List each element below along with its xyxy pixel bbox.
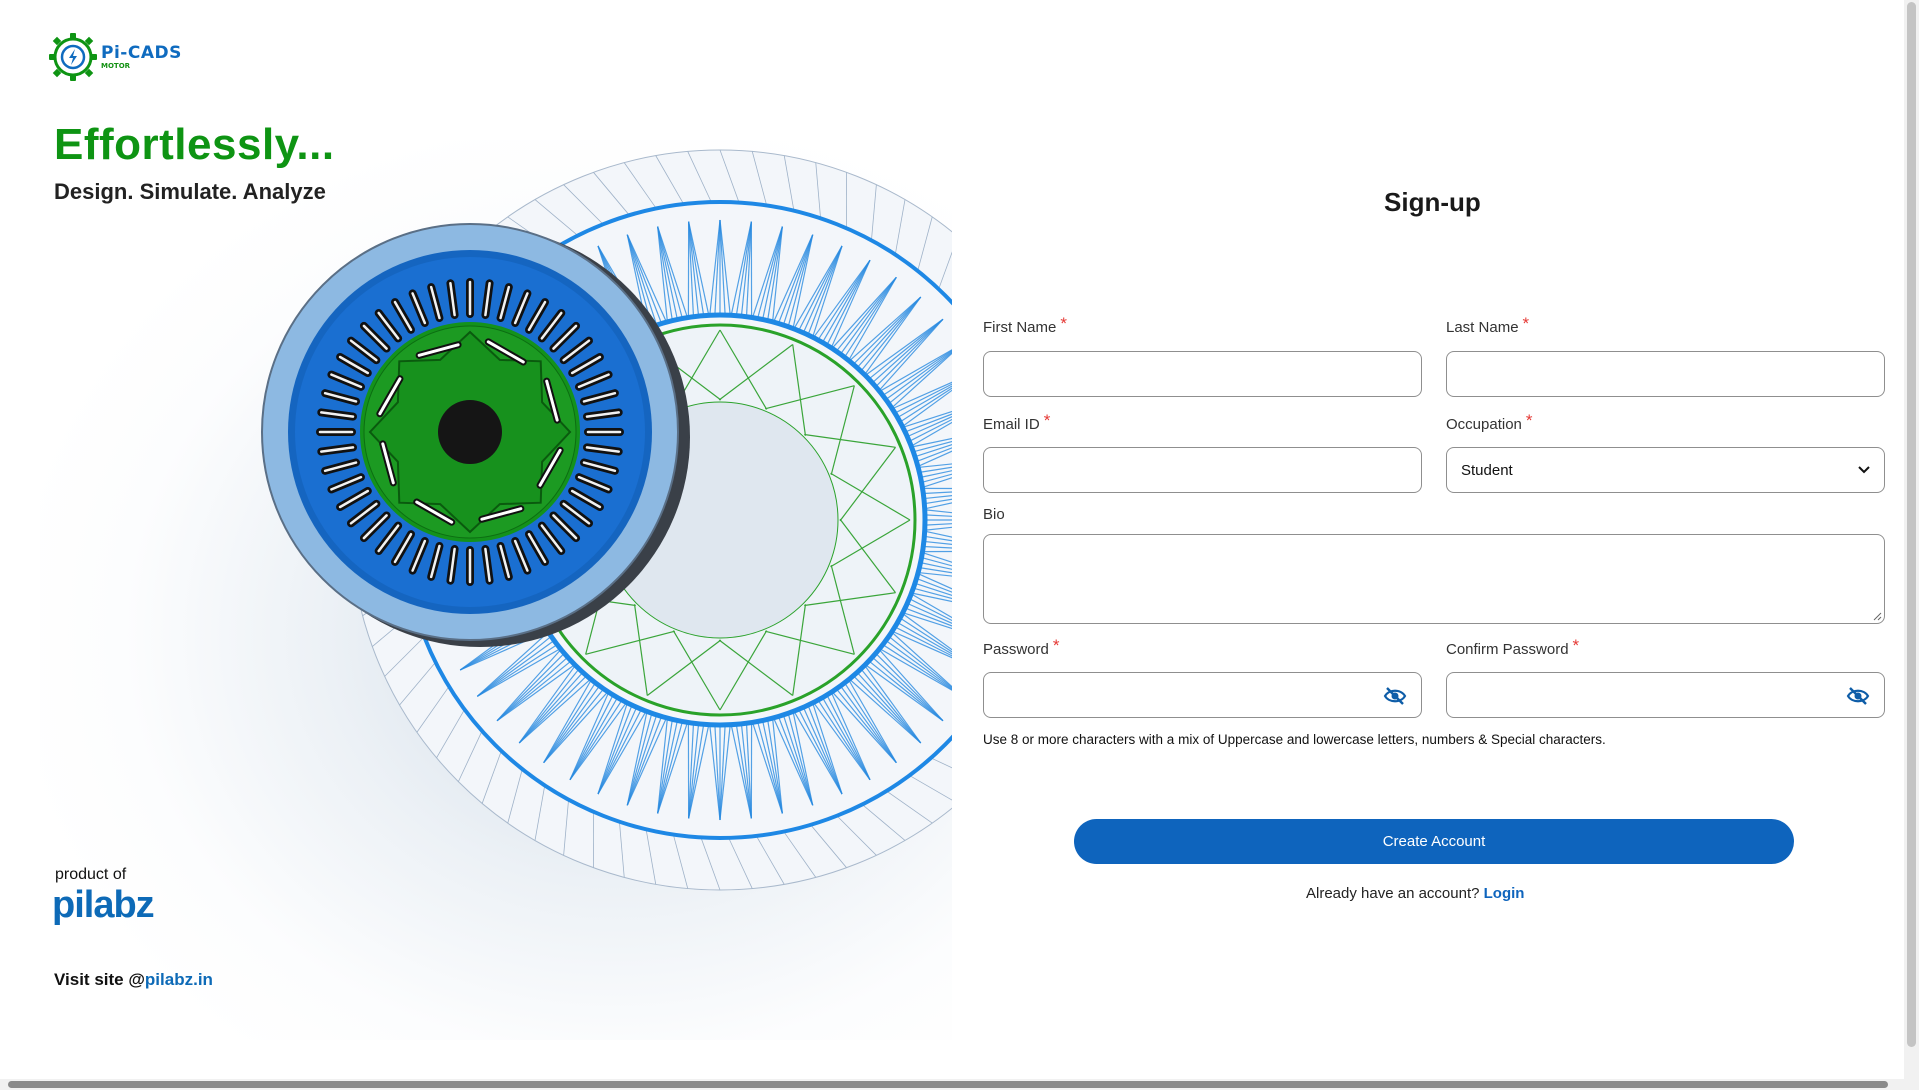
confirm-password-label: Confirm Password * <box>1446 636 1579 661</box>
last-name-input[interactable] <box>1446 351 1885 397</box>
occupation-value: Student <box>1461 461 1513 479</box>
logo-subtitle: MOTOR <box>101 61 131 70</box>
horizontal-scrollbar[interactable] <box>0 1079 1919 1090</box>
confirm-password-label-text: Confirm Password <box>1446 641 1569 658</box>
chevron-down-icon <box>1858 466 1870 474</box>
visit-site-link[interactable]: pilabz.in <box>145 970 213 989</box>
login-prompt: Already have an account? Login <box>1306 885 1524 902</box>
gear-bolt-icon <box>49 33 97 81</box>
bio-label: Bio <box>983 506 1005 523</box>
horizontal-scrollbar-thumb[interactable] <box>8 1081 1888 1088</box>
required-mark: * <box>1572 636 1580 655</box>
app-logo[interactable]: Pi-CADS MOTOR <box>48 30 182 84</box>
password-label-text: Password <box>983 641 1049 658</box>
occupation-select[interactable]: Student <box>1446 447 1885 493</box>
last-name-label: Last Name * <box>1446 314 1529 339</box>
create-account-button[interactable]: Create Account <box>1074 819 1794 864</box>
visit-prefix: Visit site @ <box>54 970 145 989</box>
first-name-input[interactable] <box>983 351 1422 397</box>
vertical-scrollbar-thumb[interactable] <box>1907 2 1916 1047</box>
first-name-label: First Name * <box>983 314 1067 339</box>
bio-textarea[interactable] <box>983 534 1885 624</box>
pilabz-wordmark: pilabz <box>52 884 155 926</box>
resize-handle-icon[interactable] <box>1872 611 1882 621</box>
hero-panel: Pi-CADS MOTOR Effortlessly... Design. Si… <box>0 0 952 1080</box>
product-of-label: product of <box>55 866 127 883</box>
pilabz-logo[interactable]: pilabz <box>52 884 155 927</box>
required-mark: * <box>1043 411 1051 430</box>
email-input[interactable] <box>983 447 1422 493</box>
logo-title: Pi-CADS <box>101 42 182 63</box>
eye-off-icon[interactable] <box>1846 686 1870 706</box>
required-mark: * <box>1522 314 1530 333</box>
vertical-scrollbar[interactable] <box>1904 0 1919 1079</box>
motor-illustration <box>261 149 952 891</box>
visit-site: Visit site @pilabz.in <box>54 970 213 990</box>
login-link[interactable]: Login <box>1484 885 1525 902</box>
last-name-label-text: Last Name <box>1446 319 1519 336</box>
first-name-label-text: First Name <box>983 319 1057 336</box>
required-mark: * <box>1052 636 1060 655</box>
password-label: Password * <box>983 636 1059 661</box>
password-hint: Use 8 or more characters with a mix of U… <box>983 732 1606 747</box>
email-label: Email ID * <box>983 411 1050 436</box>
required-mark: * <box>1060 314 1067 333</box>
eye-off-icon[interactable] <box>1383 686 1407 706</box>
password-input[interactable] <box>983 672 1422 718</box>
occupation-label-text: Occupation <box>1446 416 1522 433</box>
confirm-password-input[interactable] <box>1446 672 1885 718</box>
required-mark: * <box>1525 411 1533 430</box>
email-label-text: Email ID <box>983 416 1040 433</box>
login-prompt-text: Already have an account? <box>1306 885 1480 902</box>
occupation-label: Occupation * <box>1446 411 1533 436</box>
form-title: Sign-up <box>1384 187 1481 217</box>
